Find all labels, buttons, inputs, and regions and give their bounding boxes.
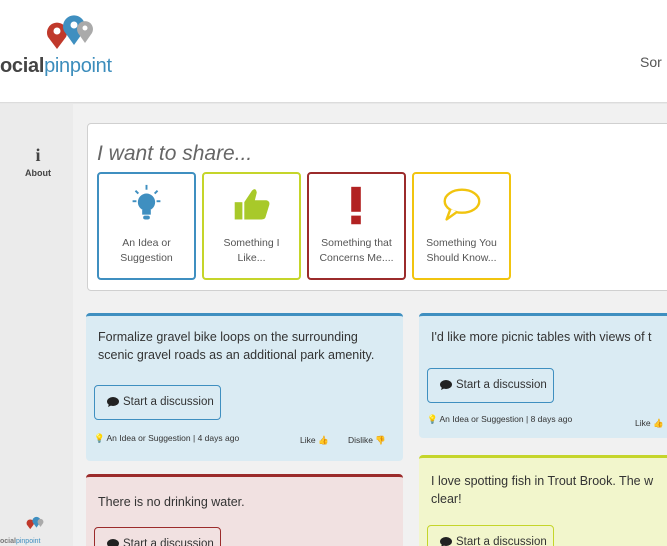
lightbulb-small-icon: 💡: [427, 414, 438, 424]
header-nav-text[interactable]: Sor: [640, 54, 662, 70]
post-text: I love spotting fish in Trout Brook. The…: [431, 474, 654, 506]
chat-icon: [107, 397, 119, 407]
logo-text[interactable]: ocialpinpoint: [0, 55, 112, 78]
thumbs-up-small-icon: 👍: [652, 418, 664, 428]
start-discussion-button[interactable]: Start a discussion: [427, 368, 554, 403]
header: ocialpinpoint Sor: [0, 0, 667, 103]
post-text: I'd like more picnic tables with views o…: [431, 330, 652, 344]
share-card-label: Something I Like...: [223, 237, 280, 264]
like-button[interactable]: Like 👍: [635, 418, 664, 429]
share-card-concern[interactable]: Something that Concerns Me....: [307, 172, 406, 280]
start-discussion-button[interactable]: Start a discussion: [94, 527, 221, 546]
exclamation-icon: [351, 186, 361, 225]
info-icon: i: [35, 145, 41, 165]
share-card-know[interactable]: Something You Should Know...: [412, 172, 511, 280]
logo-pins-small-icon: [26, 516, 44, 530]
lightbulb-icon: [132, 184, 161, 220]
post-text: Formalize gravel bike loops on the surro…: [98, 330, 375, 362]
sidebar-logo-text: ocialpinpoint: [0, 538, 41, 545]
share-card-idea[interactable]: An Idea or Suggestion: [97, 172, 196, 280]
post-card: Formalize gravel bike loops on the surro…: [86, 313, 403, 461]
start-discussion-button[interactable]: Start a discussion: [427, 525, 554, 546]
share-card-label: Something You Should Know...: [426, 237, 497, 264]
share-title: I want to share...: [97, 142, 253, 165]
main-content: I want to share... An Idea or Suggestion …: [73, 104, 667, 546]
dislike-button[interactable]: Dislike 👎: [348, 435, 386, 446]
speech-bubble-icon: [443, 188, 481, 221]
chat-icon: [440, 380, 452, 390]
about-label: About: [25, 168, 51, 178]
share-card-like[interactable]: Something I Like...: [202, 172, 301, 280]
post-meta: 💡 An Idea or Suggestion | 4 days ago: [94, 433, 240, 443]
chat-icon: [107, 539, 119, 546]
sidebar: i About ocialpinpoint: [0, 104, 73, 546]
share-panel: I want to share... An Idea or Suggestion …: [87, 123, 667, 291]
post-card: I love spotting fish in Trout Brook. The…: [419, 455, 667, 546]
chat-icon: [440, 537, 452, 546]
thumbs-up-small-icon: 👍: [317, 435, 329, 445]
thumbs-down-small-icon: 👎: [375, 435, 386, 445]
share-card-label: An Idea or Suggestion: [120, 237, 173, 264]
thumbs-up-icon: [234, 189, 270, 220]
post-text: There is no drinking water.: [98, 495, 245, 509]
lightbulb-small-icon: 💡: [94, 433, 105, 443]
post-meta: 💡 An Idea or Suggestion | 8 days ago: [427, 414, 573, 424]
share-card-label: Something that Concerns Me....: [319, 237, 394, 264]
post-card: There is no drinking water. Start a disc…: [86, 474, 403, 546]
about-button[interactable]: i About: [23, 146, 53, 178]
post-card: I'd like more picnic tables with views o…: [419, 313, 667, 438]
like-button[interactable]: Like 👍: [300, 435, 329, 446]
start-discussion-button[interactable]: Start a discussion: [94, 385, 221, 420]
logo-pins-icon: [47, 15, 93, 49]
